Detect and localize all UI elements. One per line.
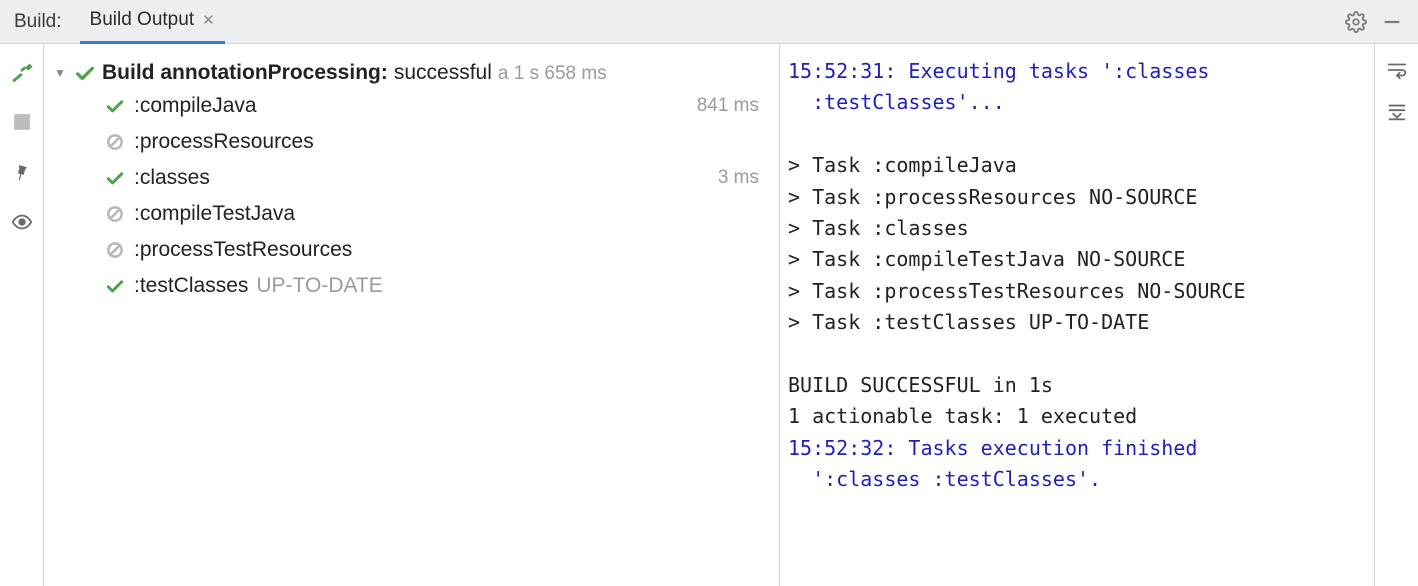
task-row-processTestResources[interactable]: :processTestResources [104,232,775,268]
chevron-down-icon[interactable]: ▼ [54,66,68,80]
task-extra: UP-TO-DATE [256,274,382,298]
task-name: :compileJava [134,94,257,118]
console-line: 15:52:31: Executing tasks ':classes [788,59,1209,83]
gear-icon[interactable] [1338,4,1374,40]
root-elapsed: a 1 s 658 ms [498,63,607,85]
eye-icon[interactable] [8,208,36,236]
build-root-title: Build annotationProcessing: successful a… [102,61,769,85]
task-name: :testClasses [134,274,248,298]
console-line: > Task :compileTestJava NO-SOURCE [788,247,1185,271]
right-toolbar [1374,44,1418,586]
skip-icon [104,203,126,225]
build-tree: ▼ Build annotationProcessing: successful… [44,44,780,586]
scroll-to-end-icon[interactable] [1383,98,1411,126]
console-panel: 15:52:31: Executing tasks ':classes :tes… [780,44,1418,586]
task-name: :classes [134,166,210,190]
panel-title: Build: [14,11,62,33]
task-row-compileJava[interactable]: :compileJava 841 ms [104,88,775,124]
console-line: 1 actionable task: 1 executed [788,404,1137,428]
pin-icon[interactable] [8,158,36,186]
console-line: > Task :processResources NO-SOURCE [788,185,1197,209]
task-time: 3 ms [718,167,765,189]
root-title-bold: Build annotationProcessing: [102,61,388,85]
console-line: BUILD SUCCESSFUL in 1s [788,373,1053,397]
skip-icon [104,131,126,153]
tab-build-output[interactable]: Build Output ✕ [80,0,225,44]
soft-wrap-icon[interactable] [1383,56,1411,84]
console-line: ':classes :testClasses'. [788,467,1101,491]
checkmark-icon [104,275,126,297]
close-icon[interactable]: ✕ [202,11,215,29]
panel-body: ▼ Build annotationProcessing: successful… [0,44,1418,586]
task-row-testClasses[interactable]: :testClasses UP-TO-DATE [104,268,775,304]
task-row-compileTestJava[interactable]: :compileTestJava [104,196,775,232]
hammer-icon[interactable] [8,58,36,86]
checkmark-icon [104,95,126,117]
task-name: :compileTestJava [134,202,295,226]
console-line: > Task :compileJava [788,153,1017,177]
checkmark-icon [104,167,126,189]
checkmark-icon [74,62,96,84]
console-line: > Task :testClasses UP-TO-DATE [788,310,1149,334]
tree-children: :compileJava 841 ms :processResources :c… [104,88,775,304]
console-line: > Task :processTestResources NO-SOURCE [788,279,1246,303]
task-row-processResources[interactable]: :processResources [104,124,775,160]
root-status: successful [394,61,492,85]
minimize-icon[interactable] [1374,4,1410,40]
task-name: :processResources [134,130,314,154]
console-line: > Task :classes [788,216,969,240]
task-name: :processTestResources [134,238,352,262]
build-root-row[interactable]: ▼ Build annotationProcessing: successful… [48,58,775,88]
stop-icon[interactable] [8,108,36,136]
console-line: :testClasses'... [788,90,1005,114]
console-line: 15:52:32: Tasks execution finished [788,436,1197,460]
build-panel-header: Build: Build Output ✕ [0,0,1418,44]
left-toolbar [0,44,44,586]
tab-label: Build Output [90,9,195,31]
task-time: 841 ms [697,95,765,117]
console-output[interactable]: 15:52:31: Executing tasks ':classes :tes… [780,44,1374,586]
task-row-classes[interactable]: :classes 3 ms [104,160,775,196]
skip-icon [104,239,126,261]
